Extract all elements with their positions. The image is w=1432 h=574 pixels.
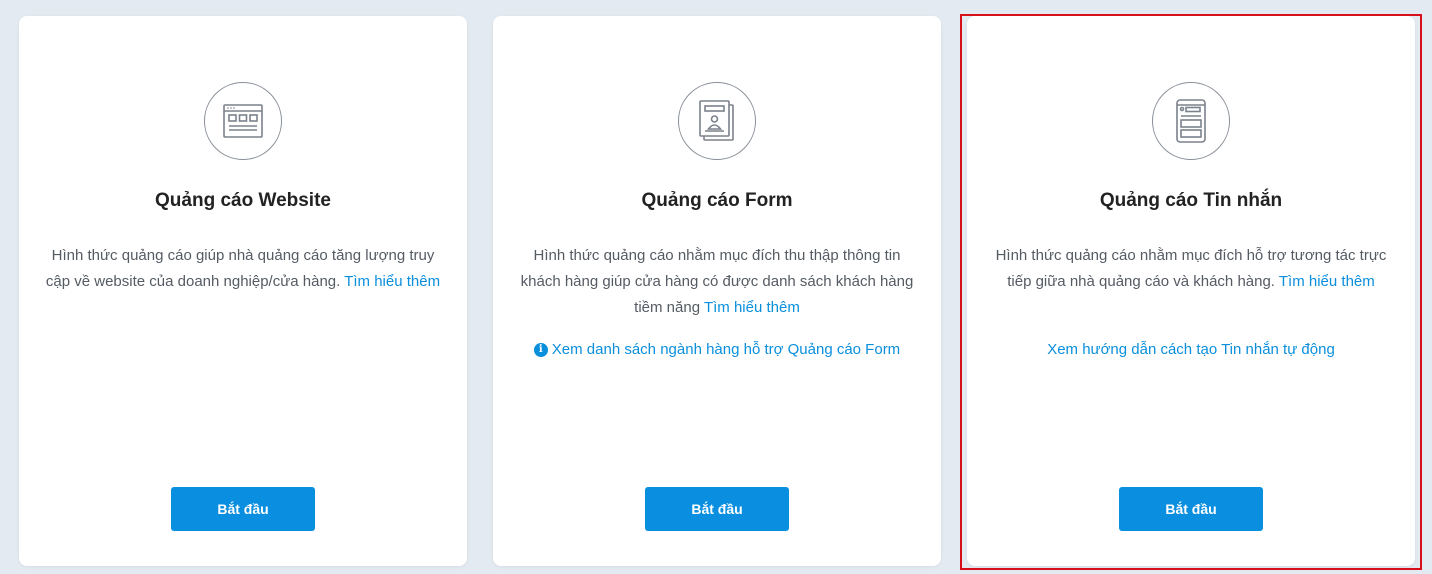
supported-industries-text[interactable]: Xem danh sách ngành hàng hỗ trợ Quảng cá… bbox=[552, 341, 900, 358]
card-website-ads: Quảng cáo Website Hình thức quảng cáo gi… bbox=[19, 16, 467, 566]
card-description: Hình thức quảng cáo giúp nhà quảng cáo t… bbox=[43, 243, 443, 295]
start-button[interactable]: Bắt đầu bbox=[171, 487, 315, 531]
card-description: Hình thức quảng cáo nhằm mục đích hỗ trợ… bbox=[991, 243, 1391, 295]
card-message-ads: Quảng cáo Tin nhắn Hình thức quảng cáo n… bbox=[967, 16, 1415, 566]
card-form-ads: Quảng cáo Form Hình thức quảng cáo nhằm … bbox=[493, 16, 941, 566]
start-button[interactable]: Bắt đầu bbox=[1119, 487, 1263, 531]
learn-more-link[interactable]: Tìm hiểu thêm bbox=[704, 299, 800, 316]
auto-message-guide-link[interactable]: Xem hướng dẫn cách tạo Tin nhắn tự động bbox=[967, 341, 1415, 358]
card-title: Quảng cáo Tin nhắn bbox=[1099, 190, 1283, 211]
learn-more-link[interactable]: Tìm hiểu thêm bbox=[344, 273, 440, 290]
message-icon bbox=[1152, 82, 1230, 160]
start-button[interactable]: Bắt đầu bbox=[645, 487, 789, 531]
auto-message-guide-text[interactable]: Xem hướng dẫn cách tạo Tin nhắn tự động bbox=[1047, 341, 1335, 358]
supported-industries-link[interactable]: i Xem danh sách ngành hàng hỗ trợ Quảng … bbox=[493, 341, 941, 358]
learn-more-link[interactable]: Tìm hiểu thêm bbox=[1279, 273, 1375, 290]
website-icon bbox=[204, 82, 282, 160]
card-title: Quảng cáo Website bbox=[155, 190, 331, 211]
form-icon bbox=[678, 82, 756, 160]
card-description: Hình thức quảng cáo nhằm mục đích thu th… bbox=[517, 243, 917, 321]
info-icon: i bbox=[533, 342, 548, 357]
card-title: Quảng cáo Form bbox=[641, 190, 793, 211]
